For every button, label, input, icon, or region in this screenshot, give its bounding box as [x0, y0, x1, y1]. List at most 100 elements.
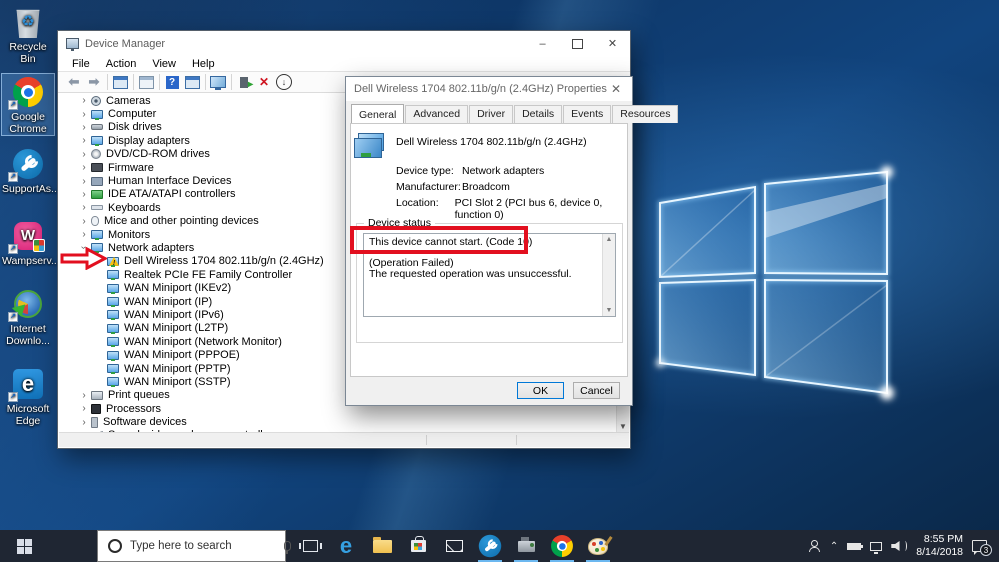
- device-fields: Device type: Network adapters Manufactur…: [396, 165, 632, 221]
- recycle-bin-icon[interactable]: Recycle Bin: [2, 4, 54, 65]
- tree-item-label: Human Interface Devices: [108, 175, 232, 188]
- disable-device-icon[interactable]: [274, 73, 294, 91]
- dialog-tab[interactable]: General: [351, 104, 405, 124]
- tree-item-software-devices[interactable]: Software devices: [59, 415, 616, 428]
- dialog-close-icon[interactable]: ✕: [608, 82, 624, 96]
- chevron-icon[interactable]: [77, 122, 91, 133]
- chevron-icon[interactable]: [77, 162, 91, 173]
- cancel-button[interactable]: Cancel: [573, 382, 620, 399]
- forward-icon[interactable]: [84, 73, 104, 91]
- show-console-tree-icon[interactable]: [110, 73, 130, 91]
- mail-icon[interactable]: [436, 530, 472, 562]
- menu-item[interactable]: File: [64, 58, 98, 70]
- microphone-icon[interactable]: [284, 541, 291, 554]
- chevron-icon[interactable]: [77, 135, 91, 146]
- dialog-tab[interactable]: Events: [563, 105, 612, 123]
- device-type-icon: [107, 350, 119, 361]
- google-chrome-icon[interactable]: Google Chrome: [1, 72, 55, 137]
- chevron-icon[interactable]: [77, 403, 91, 414]
- scroll-down-icon[interactable]: ▼: [603, 305, 615, 316]
- desktop: Recycle Bin Google Chrome SupportAs...: [0, 0, 999, 562]
- people-icon[interactable]: [808, 540, 821, 552]
- field-value: Network adapters: [462, 165, 545, 177]
- chevron-icon[interactable]: [77, 229, 91, 240]
- properties-icon[interactable]: [182, 73, 202, 91]
- network-icon[interactable]: [870, 541, 883, 554]
- field-value: PCI Slot 2 (PCI bus 6, device 0, functio…: [454, 197, 603, 221]
- dialog-tab[interactable]: Driver: [469, 105, 514, 123]
- device-type-icon: [107, 364, 119, 374]
- chevron-icon[interactable]: [77, 202, 91, 213]
- edge-taskbar-icon[interactable]: e: [328, 530, 364, 562]
- device-type-icon: [91, 230, 103, 241]
- action-center-icon[interactable]: 3: [972, 540, 992, 556]
- tree-item-label: Disk drives: [108, 121, 162, 134]
- scroll-down-icon[interactable]: ▼: [617, 420, 629, 432]
- menu-item[interactable]: Action: [98, 58, 145, 70]
- shortcut-arrow-icon: [8, 312, 18, 322]
- device-type-icon: [107, 310, 119, 321]
- supportassist-taskbar-icon[interactable]: [472, 530, 508, 562]
- wampserver-icon[interactable]: W Wampserv...: [2, 218, 60, 268]
- chevron-icon[interactable]: [77, 109, 91, 120]
- task-view-icon[interactable]: [292, 530, 328, 562]
- taskbar-search[interactable]: [97, 530, 291, 562]
- cortana-icon: [108, 539, 122, 553]
- help-icon[interactable]: [162, 73, 182, 91]
- status-scrollbar[interactable]: ▲ ▼: [602, 234, 615, 316]
- tree-item-label: WAN Miniport (SSTP): [124, 375, 231, 388]
- dialog-tab[interactable]: Advanced: [405, 105, 469, 123]
- uninstall-device-icon[interactable]: [254, 73, 274, 91]
- notification-badge: 3: [980, 544, 992, 556]
- supportassist-icon[interactable]: SupportAs...: [2, 146, 60, 196]
- volume-wave-icon: [903, 541, 908, 551]
- shortcut-arrow-icon: [8, 172, 18, 182]
- scroll-up-icon[interactable]: ▲: [603, 234, 615, 245]
- internet-download-manager-icon[interactable]: Internet Downlo...: [2, 286, 54, 347]
- dialog-titlebar[interactable]: Dell Wireless 1704 802.11b/g/n (2.4GHz) …: [346, 77, 632, 101]
- close-button[interactable]: ✕: [595, 31, 630, 56]
- volume-icon[interactable]: [891, 541, 900, 551]
- microsoft-edge-icon[interactable]: e Microsoft Edge: [2, 366, 54, 427]
- annotation-rectangle: [350, 226, 528, 254]
- chevron-icon[interactable]: [77, 189, 91, 200]
- update-driver-icon[interactable]: [234, 73, 254, 91]
- chevron-icon[interactable]: [77, 216, 91, 227]
- desktop-icon-label: Microsoft Edge: [6, 403, 50, 427]
- menu-item[interactable]: Help: [184, 58, 223, 70]
- chevron-icon[interactable]: [77, 95, 91, 106]
- back-icon[interactable]: [64, 73, 84, 91]
- chevron-icon[interactable]: [77, 176, 91, 187]
- device-manager-taskbar-icon[interactable]: [508, 530, 544, 562]
- chevron-icon[interactable]: [77, 390, 91, 401]
- scan-for-hardware-changes-icon[interactable]: [208, 73, 228, 91]
- minimize-button[interactable]: –: [525, 31, 560, 56]
- clock[interactable]: 8:55 PM 8/14/2018: [916, 533, 963, 559]
- search-input[interactable]: [130, 540, 284, 552]
- maximize-button[interactable]: [560, 31, 595, 56]
- chevron-icon[interactable]: [77, 149, 91, 160]
- device-type-icon: [91, 136, 103, 147]
- menu-item[interactable]: View: [144, 58, 184, 70]
- device-manager-titlebar[interactable]: Device Manager – ✕: [58, 31, 630, 56]
- device-type-icon: [107, 256, 119, 267]
- tree-item-label: Firmware: [108, 161, 154, 174]
- dialog-tab[interactable]: Details: [514, 105, 563, 123]
- menu-bar: File Action View Help: [58, 56, 630, 71]
- chevron-icon[interactable]: [77, 417, 91, 428]
- device-type-icon: [91, 403, 101, 414]
- chrome-taskbar-icon[interactable]: [544, 530, 580, 562]
- device-type-icon: [91, 163, 103, 173]
- dialog-tab[interactable]: Resources: [612, 105, 679, 123]
- export-list-icon[interactable]: [136, 73, 156, 91]
- ok-button[interactable]: OK: [517, 382, 564, 399]
- hidden-icons-chevron-icon[interactable]: ⌃: [830, 541, 838, 552]
- warning-icon: [109, 256, 119, 266]
- start-button[interactable]: [0, 530, 48, 562]
- microsoft-store-icon[interactable]: [400, 530, 436, 562]
- battery-icon[interactable]: [847, 542, 864, 550]
- status-bar: [59, 432, 629, 447]
- windows-logo: [656, 166, 894, 400]
- paint-taskbar-icon[interactable]: [580, 530, 616, 562]
- file-explorer-icon[interactable]: [364, 530, 400, 562]
